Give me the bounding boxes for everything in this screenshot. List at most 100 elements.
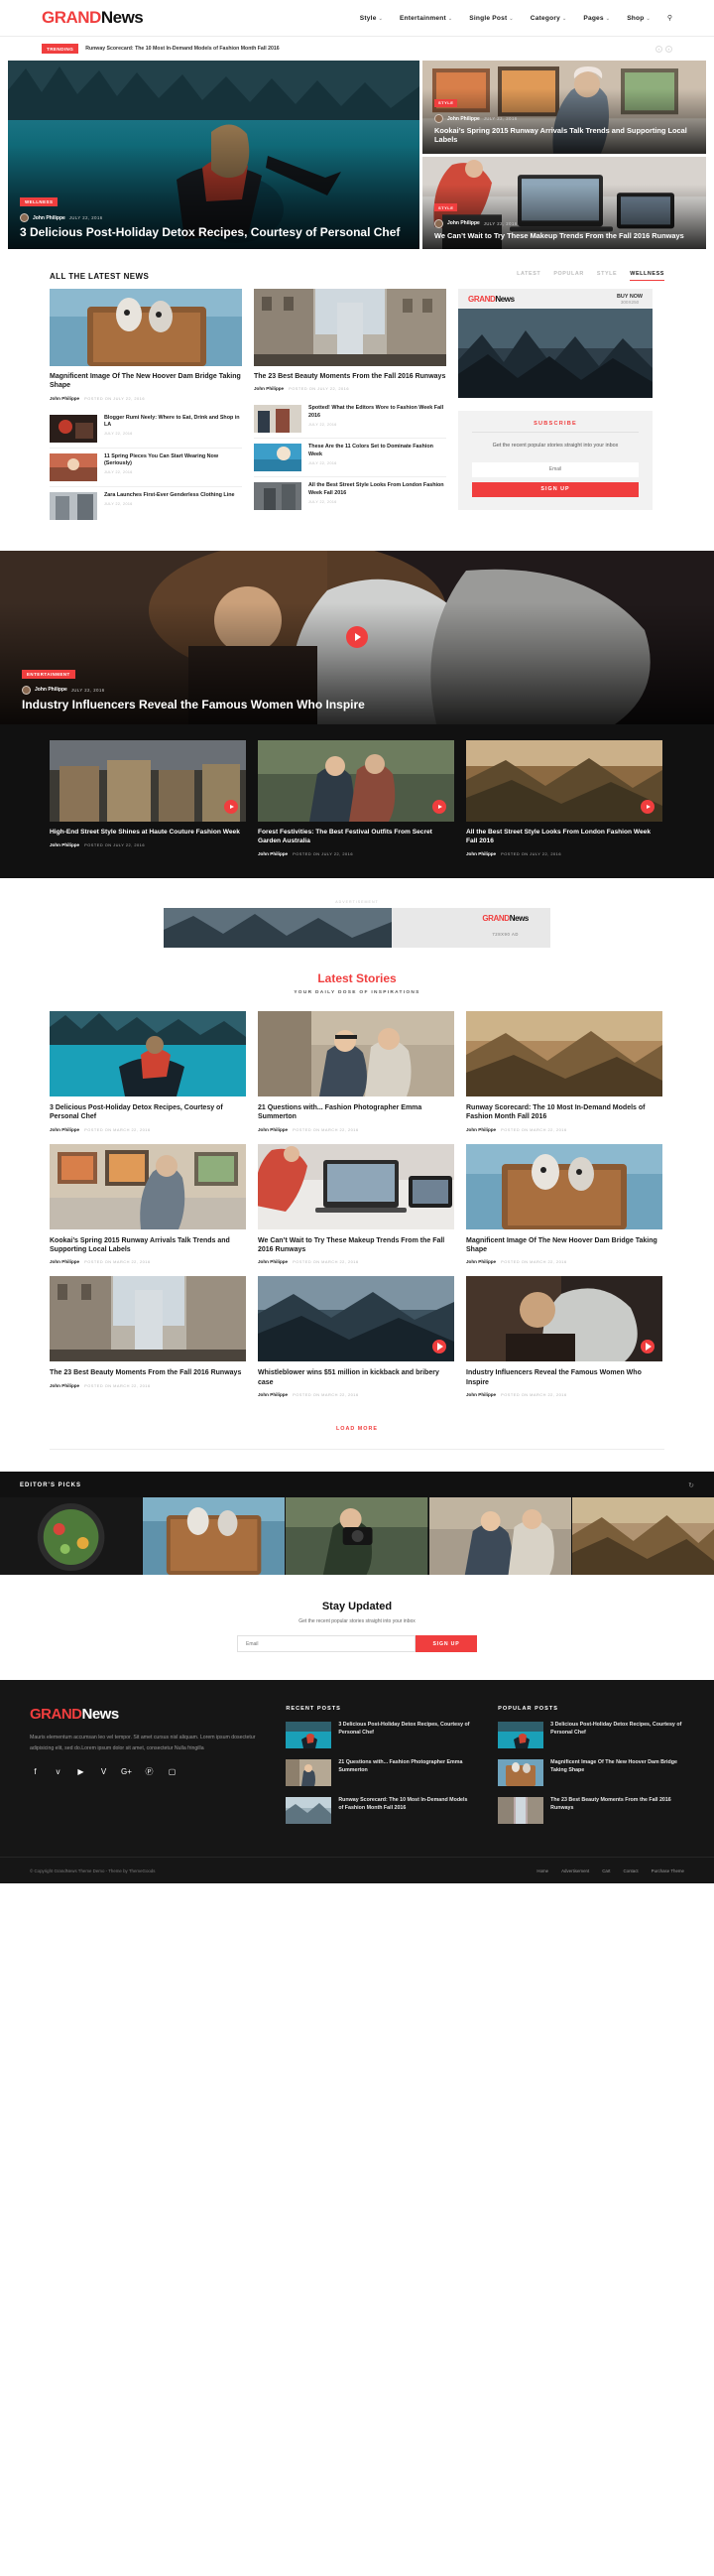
nav-item-shop[interactable]: Shop ⌄ (627, 15, 651, 22)
footer-post-title[interactable]: 3 Delicious Post-Holiday Detox Recipes, … (550, 1722, 684, 1748)
story-title[interactable]: Industry Influencers Reveal the Famous W… (466, 1368, 662, 1387)
video-featured[interactable]: ENTERTAINMENT John Philippe JULY 22, 201… (0, 550, 714, 724)
search-icon[interactable]: ⚲ (667, 14, 672, 22)
story-title[interactable]: The 23 Best Beauty Moments From the Fall… (50, 1368, 246, 1377)
instagram-icon[interactable]: ▢ (167, 1766, 178, 1777)
nav-item-entertainment[interactable]: Entertainment ⌄ (400, 15, 452, 22)
footer-post-title[interactable]: 3 Delicious Post-Holiday Detox Recipes, … (338, 1722, 472, 1748)
video-thumb-1[interactable] (50, 739, 246, 822)
story-card-5[interactable]: We Can’t Wait to Try These Makeup Trends… (258, 1143, 454, 1264)
footer-link-cart[interactable]: Cart (602, 1868, 610, 1873)
editors-pick-3[interactable] (286, 1497, 428, 1576)
play-button-icon[interactable] (346, 626, 368, 649)
subscribe-email-input[interactable] (472, 461, 639, 477)
footer-post-item[interactable]: 21 Questions with... Fashion Photographe… (286, 1759, 472, 1787)
hero-title[interactable]: Kookai’s Spring 2015 Runway Arrivals Tal… (434, 126, 694, 145)
story-thumb-8[interactable] (258, 1276, 454, 1362)
google-plus-icon[interactable]: G+ (121, 1766, 132, 1777)
list-item[interactable]: Blogger Rumi Neely: Where to Eat, Drink … (50, 410, 242, 449)
refresh-icon[interactable]: ↻ (688, 1481, 694, 1489)
list-item[interactable]: 11 Spring Pieces You Can Start Wearing N… (50, 449, 242, 487)
story-title[interactable]: Whistleblower wins $51 million in kickba… (258, 1368, 454, 1387)
play-button-icon[interactable] (641, 799, 654, 814)
pinterest-icon[interactable]: Ⓟ (144, 1766, 155, 1777)
story-card-9[interactable]: Industry Influencers Reveal the Famous W… (466, 1276, 662, 1397)
footer-post-title[interactable]: The 23 Best Beauty Moments From the Fall… (550, 1797, 684, 1824)
footer-post-item[interactable]: 3 Delicious Post-Holiday Detox Recipes, … (498, 1722, 684, 1749)
news-card-1[interactable]: Magnificent Image Of The New Hoover Dam … (50, 289, 242, 525)
tab-latest[interactable]: LATEST (517, 271, 540, 281)
youtube-icon[interactable]: ▶ (75, 1766, 86, 1777)
load-more-button[interactable]: LOAD MORE (336, 1426, 378, 1432)
subscribe-signup-button[interactable]: SIGN UP (472, 481, 639, 497)
editors-pick-2[interactable] (143, 1497, 286, 1576)
footer-post-title[interactable]: Runway Scorecard: The 10 Most In-Demand … (338, 1797, 472, 1824)
banner-ad[interactable]: ADVERTISEMENT GRANDNews 728X90 AD (50, 900, 664, 948)
hero-category-badge[interactable]: STYLE (434, 98, 458, 107)
play-button-icon[interactable] (224, 799, 238, 814)
story-title[interactable]: 3 Delicious Post-Holiday Detox Recipes, … (50, 1103, 246, 1122)
story-card-3[interactable]: Runway Scorecard: The 10 Most In-Demand … (466, 1010, 662, 1132)
list-title[interactable]: All the Best Street Style Looks From Lon… (308, 482, 446, 497)
story-card-6[interactable]: Magnificent Image Of The New Hoover Dam … (466, 1143, 662, 1264)
video-card-3[interactable]: All the Best Street Style Looks From Lon… (466, 739, 662, 856)
play-button-icon[interactable] (432, 799, 446, 814)
video-thumb-2[interactable] (258, 739, 454, 822)
story-card-2[interactable]: 21 Questions with... Fashion Photographe… (258, 1010, 454, 1132)
news-title[interactable]: Magnificent Image Of The New Hoover Dam … (50, 372, 242, 391)
editors-pick-1[interactable] (0, 1497, 143, 1576)
footer-link-contact[interactable]: Contact (624, 1868, 639, 1873)
footer-post-title[interactable]: 21 Questions with... Fashion Photographe… (338, 1759, 472, 1786)
list-item[interactable]: Spotted! What the Editors Wore to Fashio… (254, 400, 446, 440)
story-thumb-9[interactable] (466, 1276, 662, 1362)
stay-updated-signup-button[interactable]: SIGN UP (416, 1635, 477, 1653)
hero-title[interactable]: We Can’t Wait to Try These Makeup Trends… (434, 231, 694, 240)
video-card-1[interactable]: High-End Street Style Shines at Haute Co… (50, 739, 246, 856)
stay-updated-email-input[interactable] (237, 1635, 416, 1653)
footer-post-item[interactable]: Magnificent Image Of The New Hoover Dam … (498, 1759, 684, 1787)
story-title[interactable]: 21 Questions with... Fashion Photographe… (258, 1103, 454, 1122)
tab-wellness[interactable]: WELLNESS (630, 271, 664, 281)
list-item[interactable]: Zara Launches First-Ever Genderless Clot… (50, 487, 242, 525)
story-card-1[interactable]: 3 Delicious Post-Holiday Detox Recipes, … (50, 1010, 246, 1132)
next-arrow-icon[interactable]: › (665, 45, 672, 53)
list-item[interactable]: These Are the 11 Colors Set to Dominate … (254, 439, 446, 478)
story-card-4[interactable]: Kookai’s Spring 2015 Runway Arrivals Tal… (50, 1143, 246, 1264)
banner-ad-box[interactable]: GRANDNews 728X90 AD (164, 907, 550, 948)
editors-pick-5[interactable] (571, 1497, 714, 1576)
list-title[interactable]: Zara Launches First-Ever Genderless Clot… (104, 492, 235, 499)
story-card-8[interactable]: Whistleblower wins $51 million in kickba… (258, 1276, 454, 1397)
sidebar-ad[interactable]: GRANDNews BUY NOW 300X250 (458, 289, 653, 398)
list-title[interactable]: Spotted! What the Editors Wore to Fashio… (308, 405, 446, 420)
story-title[interactable]: Magnificent Image Of The New Hoover Dam … (466, 1236, 662, 1255)
site-logo[interactable]: GRANDNews (42, 8, 144, 28)
footer-post-item[interactable]: The 23 Best Beauty Moments From the Fall… (498, 1797, 684, 1825)
tab-style[interactable]: STYLE (597, 271, 617, 281)
video-card-2[interactable]: Forest Festivities: The Best Festival Ou… (258, 739, 454, 856)
nav-item-category[interactable]: Category ⌄ (531, 15, 567, 22)
vimeo-icon[interactable]: V (98, 1766, 109, 1777)
footer-link-home[interactable]: Home (536, 1868, 548, 1873)
nav-item-pages[interactable]: Pages ⌄ (583, 15, 610, 22)
video-thumb-3[interactable] (466, 739, 662, 822)
hero-category-badge[interactable]: WELLNESS (20, 197, 59, 206)
footer-link-advertisement[interactable]: Advertisement (561, 1868, 589, 1873)
story-card-7[interactable]: The 23 Best Beauty Moments From the Fall… (50, 1276, 246, 1397)
story-title[interactable]: Kookai’s Spring 2015 Runway Arrivals Tal… (50, 1236, 246, 1255)
list-title[interactable]: Blogger Rumi Neely: Where to Eat, Drink … (104, 415, 242, 430)
video-featured-title[interactable]: Industry Influencers Reveal the Famous W… (22, 698, 692, 712)
video-card-title[interactable]: All the Best Street Style Looks From Lon… (466, 829, 662, 846)
footer-logo[interactable]: GRANDNews (30, 1706, 260, 1723)
nav-item-style[interactable]: Style ⌄ (360, 15, 383, 22)
hero-category-badge[interactable]: STYLE (434, 203, 458, 212)
news-title[interactable]: The 23 Best Beauty Moments From the Fall… (254, 372, 446, 381)
hero-title[interactable]: 3 Delicious Post-Holiday Detox Recipes, … (20, 225, 408, 240)
footer-post-item[interactable]: Runway Scorecard: The 10 Most In-Demand … (286, 1797, 472, 1825)
footer-post-item[interactable]: 3 Delicious Post-Holiday Detox Recipes, … (286, 1722, 472, 1749)
video-category-badge[interactable]: ENTERTAINMENT (22, 669, 75, 679)
footer-link-purchase-theme[interactable]: Purchase Theme (652, 1868, 684, 1873)
list-item[interactable]: All the Best Street Style Looks From Lon… (254, 477, 446, 515)
news-card-2[interactable]: The 23 Best Beauty Moments From the Fall… (254, 289, 446, 525)
video-card-title[interactable]: Forest Festivities: The Best Festival Ou… (258, 829, 454, 846)
ad-buy-now[interactable]: BUY NOW 300X250 (617, 294, 643, 305)
